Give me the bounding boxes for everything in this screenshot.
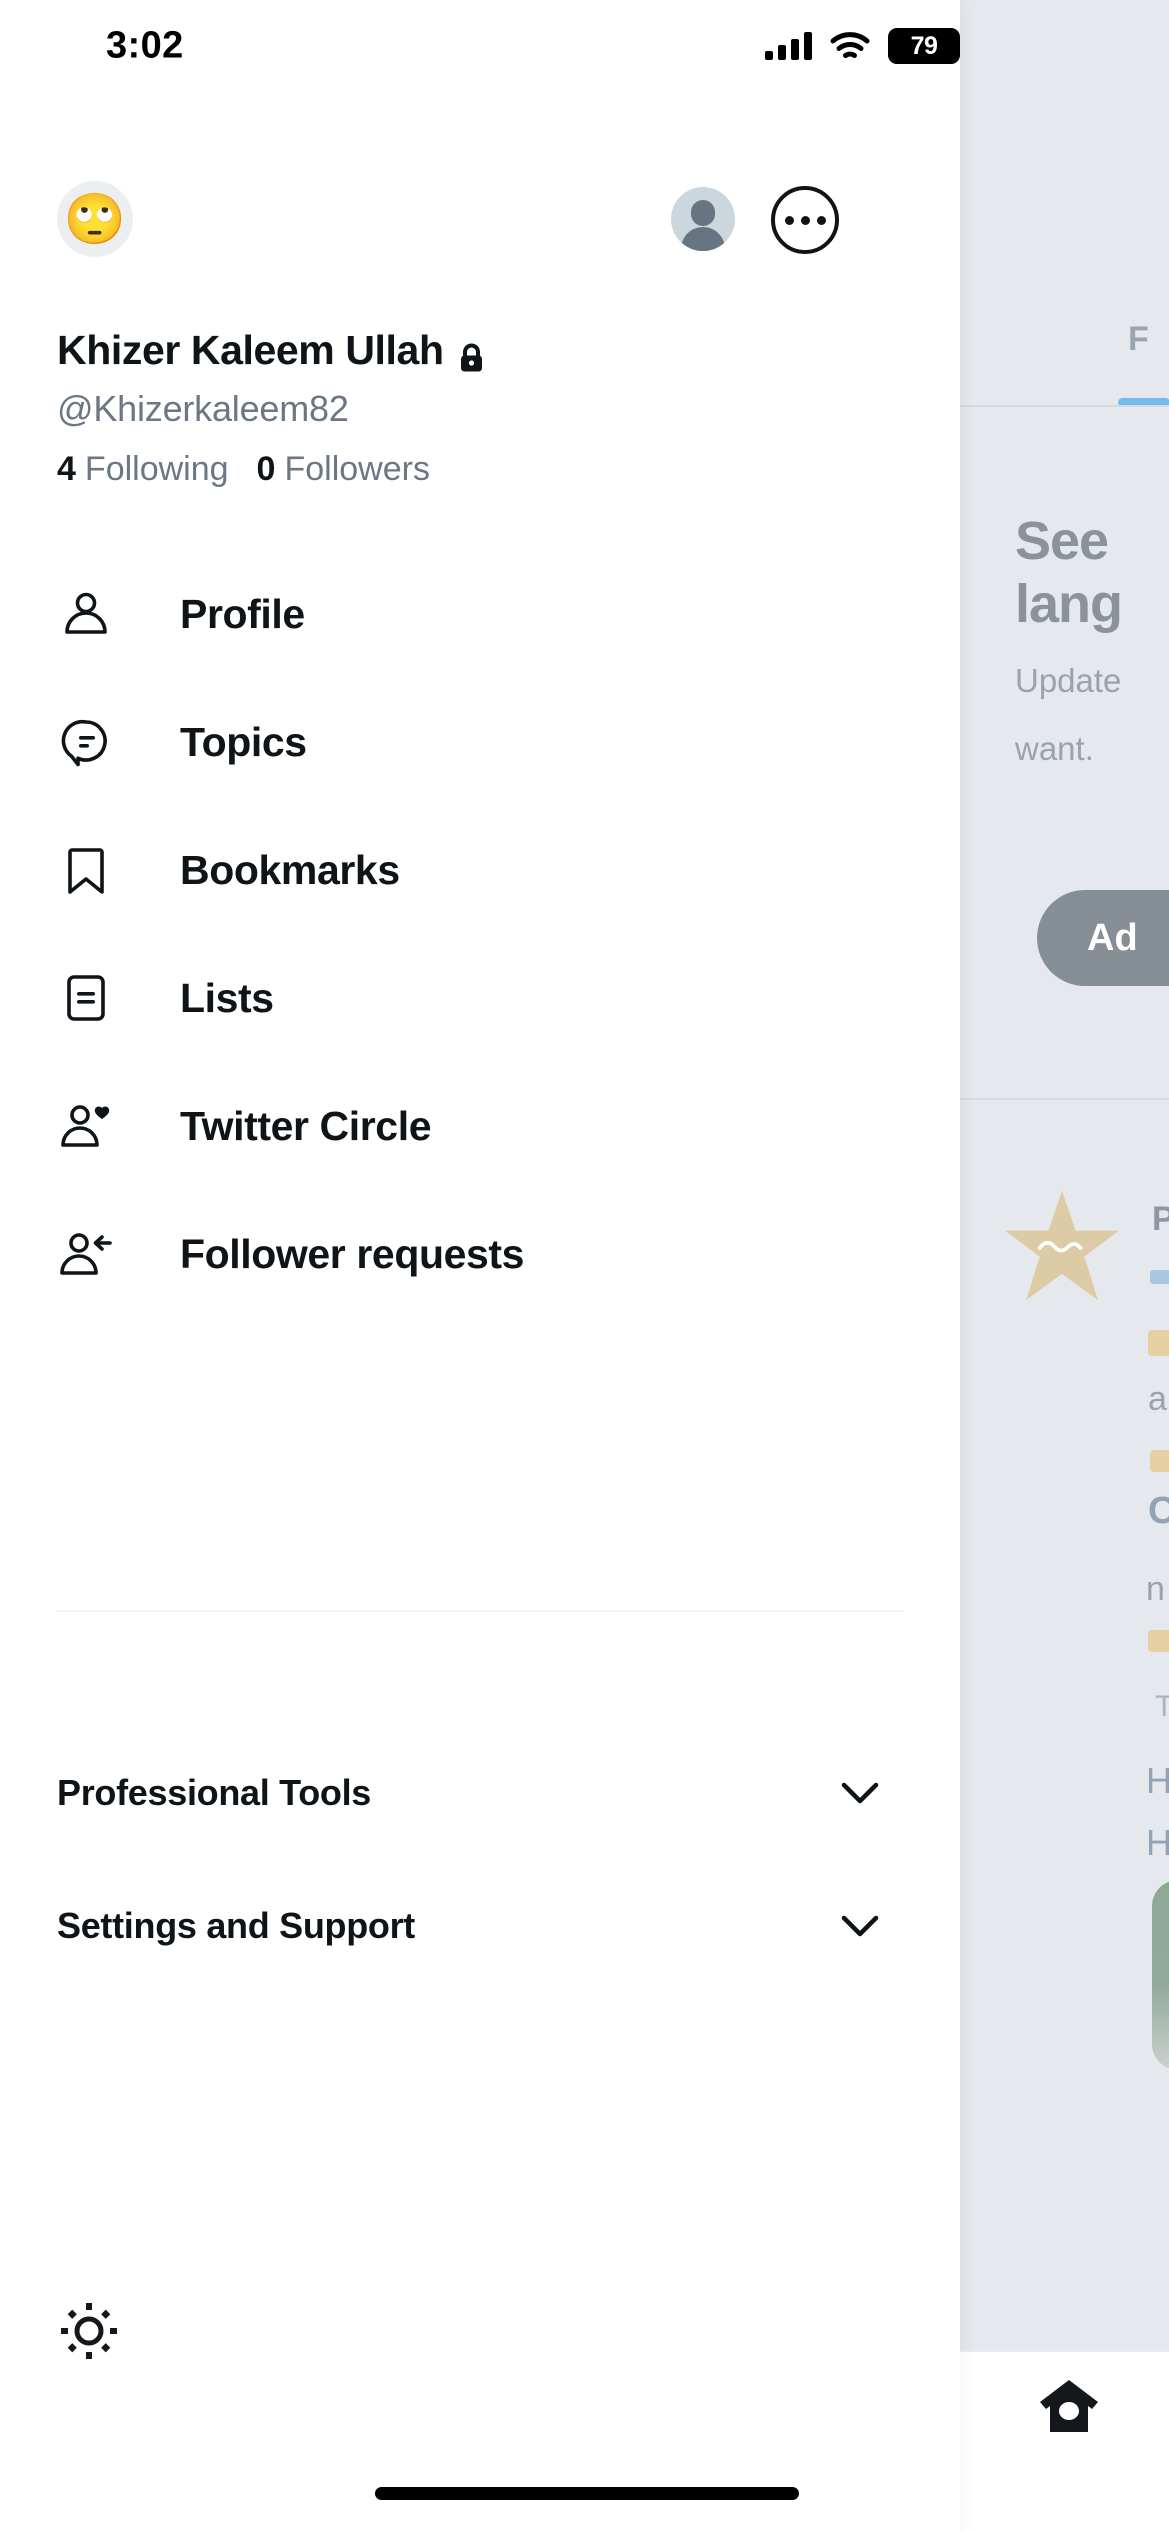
following-count: 4 — [57, 450, 76, 488]
sidebar-item-professional-tools[interactable]: Professional Tools — [57, 1756, 903, 1830]
sidebar-item-label: Twitter Circle — [180, 1102, 432, 1149]
person-icon — [60, 588, 112, 640]
status-bar-time: 3:02 — [106, 24, 184, 67]
sidebar-item-settings-and-support[interactable]: Settings and Support — [57, 1889, 903, 1963]
followers-stat[interactable]: 0 Followers — [257, 450, 430, 489]
topics-speech-bubble-icon — [60, 716, 112, 768]
drawer-divider — [57, 1610, 903, 1612]
person-arrow-icon — [60, 1228, 112, 1280]
account-switch-avatar-icon[interactable] — [671, 187, 735, 251]
lock-icon — [458, 336, 485, 371]
sidebar-item-label: Follower requests — [180, 1230, 525, 1277]
bookmark-icon — [60, 844, 112, 896]
sidebar-item-bookmarks[interactable]: Bookmarks — [0, 806, 960, 934]
status-bar-indicators: 79 — [765, 28, 960, 64]
chevron-down-icon — [839, 1913, 881, 1939]
section-label: Settings and Support — [57, 1905, 415, 1946]
sidebar-item-follower-requests[interactable]: Follower requests — [0, 1190, 960, 1318]
sidebar-item-profile[interactable]: Profile — [0, 550, 960, 678]
background-post-author[interactable]: P — [1152, 1200, 1169, 1239]
sidebar-item-label: Topics — [180, 718, 307, 765]
sidebar-item-label: Bookmarks — [180, 846, 400, 893]
background-tabbar-divider — [960, 405, 1169, 407]
display-name-text: Khizer Kaleem Ullah — [57, 327, 444, 373]
section-label: Professional Tools — [57, 1772, 371, 1813]
cellular-signal-icon — [765, 32, 812, 60]
battery-icon: 79 — [888, 28, 960, 64]
status-bar: 3:02 79 — [0, 0, 960, 88]
background-post-line4: T — [1155, 1690, 1169, 1723]
background-tab-label[interactable]: F — [1128, 320, 1149, 359]
background-section-divider — [960, 1098, 1169, 1100]
background-post-emoji-1 — [1148, 1330, 1169, 1356]
background-statusbar-strip — [960, 0, 1169, 88]
account-display-name[interactable]: Khizer Kaleem Ullah — [57, 327, 485, 374]
chevron-down-icon — [839, 1780, 881, 1806]
sidebar-item-label: Lists — [180, 974, 274, 1021]
background-post-emoji-2 — [1150, 1450, 1169, 1472]
background-post-line2: C — [1148, 1490, 1169, 1532]
wifi-icon — [830, 31, 870, 61]
sidebar-item-topics[interactable]: Topics — [0, 678, 960, 806]
background-post-line6: H — [1146, 1822, 1169, 1863]
followers-label: Followers — [284, 450, 430, 488]
background-promo-button[interactable]: Ad — [1037, 890, 1169, 986]
brightness-sun-icon[interactable] — [60, 2302, 118, 2360]
background-promo-card[interactable]: See lang Update want. — [1015, 510, 1169, 772]
home-indicator[interactable] — [375, 2487, 799, 2500]
account-stats: 4 Following 0 Followers — [57, 450, 430, 489]
followers-count: 0 — [256, 450, 276, 488]
sidebar-item-lists[interactable]: Lists — [0, 934, 960, 1062]
background-post-emoji-3 — [1148, 1630, 1169, 1652]
background-promo-title-line2: lang — [1015, 573, 1123, 634]
sidebar-item-twitter-circle[interactable]: Twitter Circle — [0, 1062, 960, 1190]
sidebar-item-label: Profile — [180, 590, 305, 637]
lists-icon — [60, 972, 112, 1024]
background-post-line3: n — [1146, 1570, 1165, 1608]
account-handle[interactable]: @Khizerkaleem82 — [57, 388, 349, 430]
pakistan-star-avatar-icon[interactable] — [1000, 1186, 1124, 1310]
following-label: Following — [84, 450, 229, 488]
account-drawer: 3:02 79 🙄 Khizer Kaleem Ullah @Khizerkal… — [0, 0, 960, 2532]
background-promo-sub-line1: Update — [1015, 662, 1122, 700]
following-stat[interactable]: 4 Following — [57, 450, 229, 489]
more-options-icon[interactable] — [771, 186, 839, 254]
person-heart-icon — [60, 1100, 112, 1152]
avatar[interactable]: 🙄 — [57, 181, 133, 257]
background-post-badge-1 — [1150, 1270, 1169, 1284]
home-icon[interactable] — [1038, 2378, 1100, 2436]
drawer-nav-list: Profile Topics Bookmarks Lists Twitter C… — [0, 550, 960, 1318]
background-post-media[interactable] — [1152, 1880, 1169, 2070]
background-promo-sub-line2: want. — [1015, 730, 1094, 768]
background-promo-title-line1: See — [1015, 511, 1109, 571]
background-post-line1: a — [1148, 1380, 1167, 1418]
battery-level-label: 79 — [910, 31, 938, 60]
background-post-line5: H — [1146, 1760, 1169, 1801]
